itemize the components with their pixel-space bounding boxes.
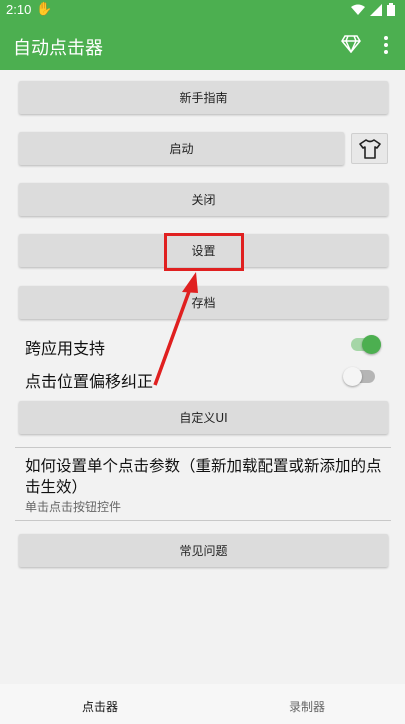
- app-title: 自动点击器: [13, 38, 103, 59]
- wifi-icon: [351, 4, 365, 15]
- status-bar: 2:10 ✋: [0, 0, 405, 20]
- divider: [15, 447, 391, 448]
- status-time: 2:10: [6, 2, 32, 17]
- cross-app-label: 跨应用支持: [25, 339, 106, 358]
- archive-button[interactable]: 存档: [19, 286, 388, 319]
- toggle-thumb: [343, 367, 362, 386]
- toggle-thumb: [362, 335, 381, 354]
- faq-title: 如何设置单个点击参数（重新加载配置或新添加的点击生效）: [25, 457, 382, 496]
- tshirt-icon: [358, 138, 381, 159]
- more-vert-icon[interactable]: [383, 35, 389, 55]
- custom-ui-button[interactable]: 自定义UI: [19, 401, 388, 434]
- offset-fix-label: 点击位置偏移纠正: [25, 372, 154, 391]
- hand-icon: ✋: [36, 1, 53, 16]
- guide-button[interactable]: 新手指南: [19, 81, 388, 114]
- nav-clicker[interactable]: 点击器: [82, 698, 118, 715]
- diamond-icon[interactable]: [341, 35, 361, 53]
- bottom-nav: 点击器 录制器: [0, 684, 405, 724]
- app-bar: 自动点击器: [0, 20, 405, 70]
- status-icons: [351, 3, 395, 16]
- faq-button[interactable]: 常见问题: [19, 534, 388, 567]
- settings-button[interactable]: 设置: [19, 234, 388, 267]
- close-button[interactable]: 关闭: [19, 183, 388, 216]
- divider: [15, 520, 391, 521]
- theme-button[interactable]: [351, 133, 388, 164]
- start-button[interactable]: 启动: [19, 132, 344, 165]
- signal-icon: [370, 3, 382, 16]
- faq-subtitle: 单击点击按钮控件: [25, 500, 122, 514]
- nav-recorder[interactable]: 录制器: [289, 698, 325, 715]
- battery-icon: [387, 3, 395, 16]
